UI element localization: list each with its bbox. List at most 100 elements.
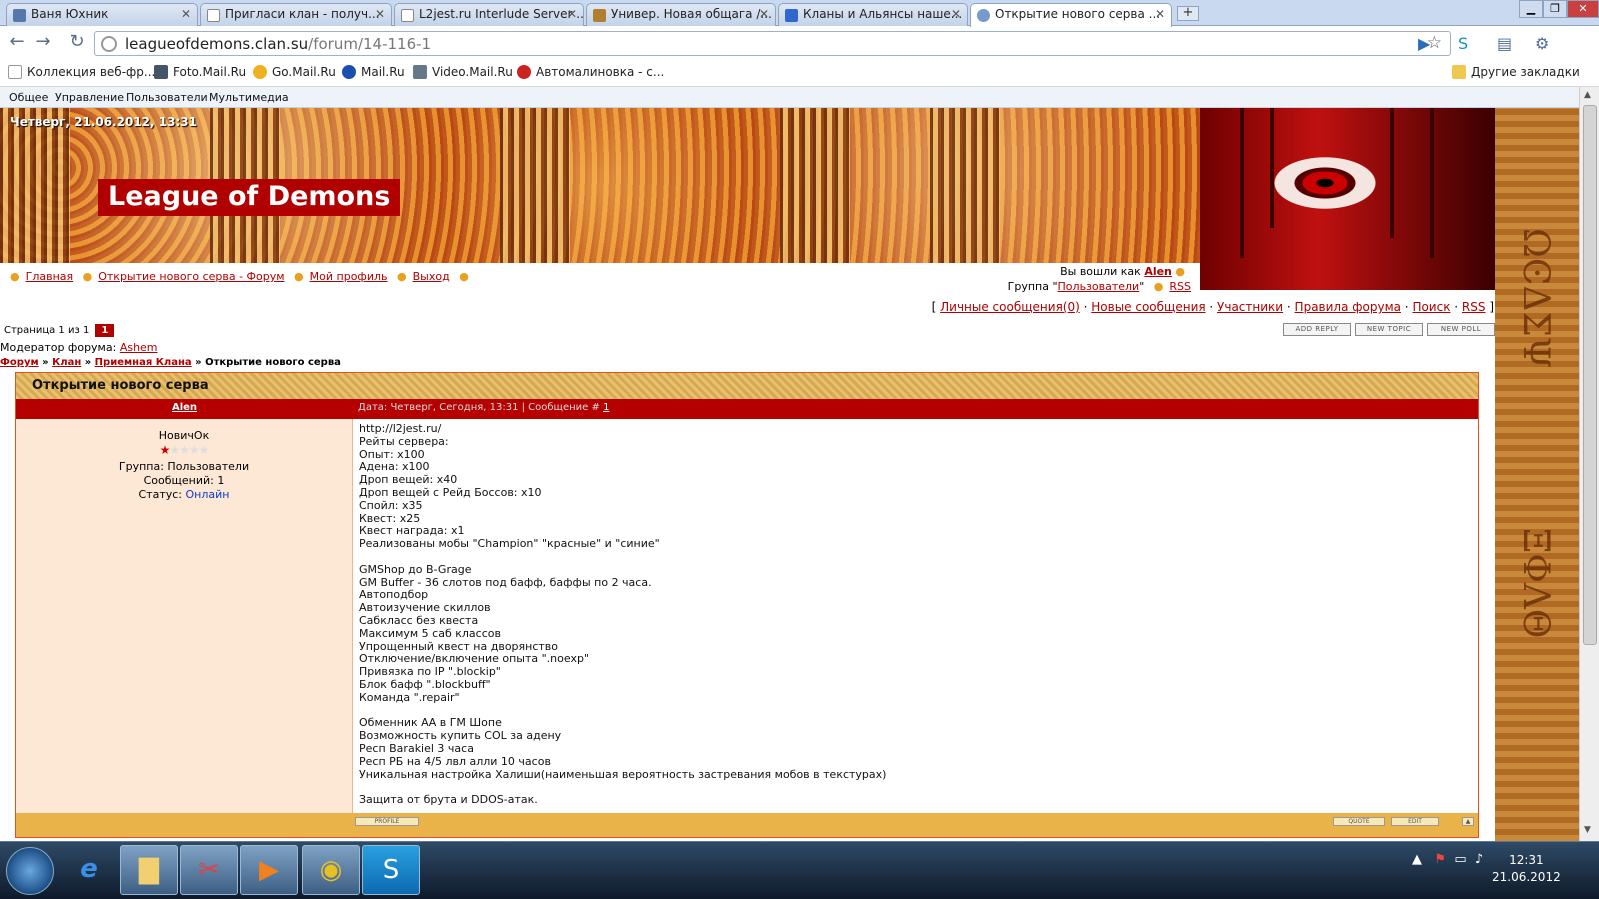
current-page[interactable]: 1 (95, 324, 115, 337)
nav-logout[interactable]: Выход (413, 270, 450, 283)
bookmark-4[interactable]: Video.Mail.Ru (413, 65, 513, 79)
scroll-up-icon[interactable]: ▲ (1584, 90, 1591, 100)
maximize-button[interactable]: ❐ (1543, 0, 1567, 18)
link-new-messages[interactable]: Новые сообщения (1091, 300, 1205, 314)
link-forum-rules[interactable]: Правила форума (1295, 300, 1401, 314)
tab-0[interactable]: Ваня Юхник ✕ (6, 3, 198, 26)
taskbar-clock[interactable]: 12:31 21.06.2012 (1492, 852, 1561, 886)
minimize-button[interactable]: ▁ (1519, 0, 1543, 18)
quote-button[interactable]: QUOTE (1333, 817, 1385, 826)
tab-4[interactable]: Кланы и Альянсы наше... ✕ (778, 3, 968, 26)
user-post-count: Сообщений: 1 (143, 474, 225, 487)
crumb-reception[interactable]: Приемная Клана (95, 357, 192, 368)
crumb-separator: » (191, 357, 206, 368)
add-reply-button[interactable]: ADD REPLY (1283, 323, 1351, 336)
user-status: Статус: Онлайн (16, 488, 352, 502)
close-icon[interactable]: ✕ (951, 7, 961, 21)
nav-home[interactable]: Главная (26, 270, 74, 283)
window-close-button[interactable]: ✕ (1567, 0, 1599, 18)
skype-icon[interactable]: S (362, 845, 420, 895)
scrollbar-thumb[interactable] (1583, 105, 1597, 645)
header-eye-artwork (1200, 108, 1495, 290)
chrome-icon[interactable]: ◉ (302, 845, 360, 895)
scroll-top-icon[interactable]: ▲ (1462, 817, 1474, 826)
scroll-down-icon[interactable]: ▼ (1584, 825, 1591, 835)
bookmark-5[interactable]: Автомалиновка - с... (517, 65, 664, 79)
post-header: Alen Дата: Четверг, Сегодня, 13:31 | Соо… (16, 399, 1478, 419)
explorer-icon[interactable]: ▇ (120, 845, 178, 895)
close-icon[interactable]: ✕ (567, 7, 577, 21)
admin-menu-manage[interactable]: Управление (55, 91, 124, 104)
new-poll-button[interactable]: NEW POLL (1427, 323, 1495, 336)
rss-link[interactable]: RSS (1169, 280, 1191, 293)
wrench-icon[interactable]: ⚙ (1535, 34, 1549, 53)
bullet-icon: ● (1175, 265, 1185, 278)
admin-menu-users[interactable]: Пользователи (126, 91, 208, 104)
back-button[interactable]: ← (6, 32, 28, 54)
tray-expand-icon[interactable]: ▲ (1412, 852, 1422, 867)
bookmark-0[interactable]: Коллекция веб-фр... (8, 65, 155, 79)
tab-1[interactable]: Пригласи клан - получ... ✕ (200, 3, 392, 26)
web-page: Четверг, 21.06.2012, 13:31 League of Dem… (0, 108, 1579, 841)
bookmark-3[interactable]: Mail.Ru (342, 65, 405, 79)
hair-strand (1270, 108, 1274, 228)
nav-profile[interactable]: Мой профиль (310, 270, 388, 283)
tab-2[interactable]: L2jest.ru Interlude Server ... ✕ (394, 3, 584, 26)
moder-link[interactable]: Ashem (120, 341, 158, 354)
flag-icon[interactable]: ⚑ (1434, 852, 1446, 867)
ie-icon[interactable]: e (60, 845, 118, 895)
bookmark-1[interactable]: Foto.Mail.Ru (154, 65, 246, 79)
page-menu-icon[interactable]: ▤ (1497, 34, 1512, 53)
page-scrollbar[interactable]: ▲ ▼ (1579, 87, 1599, 841)
post-author-link[interactable]: Alen (172, 402, 197, 413)
link-search[interactable]: Поиск (1412, 300, 1450, 314)
link-members[interactable]: Участники (1217, 300, 1283, 314)
reload-button[interactable]: ↻ (66, 32, 88, 54)
close-icon[interactable]: ✕ (181, 7, 191, 21)
close-icon[interactable]: ✕ (375, 7, 385, 21)
app-icon[interactable]: ✂ (180, 845, 238, 895)
new-topic-button[interactable]: NEW TOPIC (1355, 323, 1423, 336)
group-link[interactable]: Пользователи (1058, 280, 1140, 293)
post-meta: Дата: Четверг, Сегодня, 13:31 | Сообщени… (358, 402, 609, 413)
link-separator: · (1450, 300, 1462, 314)
bookmark-label: Mail.Ru (361, 65, 405, 79)
close-icon[interactable]: ✕ (759, 7, 769, 21)
link-private-messages[interactable]: Личные сообщения(0) (940, 300, 1080, 314)
post-number-link[interactable]: 1 (603, 402, 609, 413)
close-icon[interactable]: ✕ (1155, 7, 1165, 21)
profile-button[interactable]: PROFILE (355, 817, 419, 826)
media-player-icon[interactable]: ▶ (240, 845, 298, 895)
tab-5-active[interactable]: Открытие нового серва ... ✕ (970, 3, 1172, 27)
video-icon (413, 65, 427, 79)
start-button[interactable] (6, 847, 54, 895)
network-icon[interactable]: ▭ (1454, 852, 1466, 867)
crumb-clan[interactable]: Клан (52, 357, 81, 368)
tab-label: Пригласи клан - получ... (225, 7, 380, 21)
address-bar[interactable]: leagueofdemons.clan.su/forum/14-116-1 ☆ (94, 31, 1451, 56)
clock-date: 21.06.2012 (1492, 870, 1561, 884)
status-online: Онлайн (185, 488, 230, 501)
forward-button[interactable]: → (32, 32, 54, 54)
admin-menu-multimedia[interactable]: Мультимедиа (209, 91, 289, 104)
volume-icon[interactable]: ♪ (1475, 852, 1483, 867)
site-title[interactable]: League of Demons (98, 179, 401, 216)
bookmark-2[interactable]: Go.Mail.Ru (253, 65, 336, 79)
edit-button[interactable]: EDIT (1391, 817, 1439, 826)
tab-3[interactable]: Универ. Новая общага /... ✕ (586, 3, 776, 26)
other-bookmarks[interactable]: Другие закладки (1452, 65, 1580, 79)
bracket-close: ] (1489, 300, 1494, 314)
new-tab-button[interactable]: + (1177, 6, 1199, 21)
link-rss[interactable]: RSS (1462, 300, 1486, 314)
skype-extension-icon[interactable]: S (1458, 34, 1468, 53)
login-user-link[interactable]: Alen (1144, 265, 1172, 278)
user-links: [ Личные сообщения(0) · Новые сообщения … (932, 300, 1494, 314)
crumb-separator: » (81, 357, 95, 368)
topic-title: Открытие нового серва (16, 373, 1478, 399)
nav-forum[interactable]: Открытие нового серва - Форум (98, 270, 284, 283)
admin-menu-general[interactable]: Общее (9, 91, 48, 104)
crumb-forum[interactable]: Форум (0, 357, 39, 368)
play-icon[interactable]: ▶ (1418, 34, 1430, 53)
camera-icon (154, 65, 168, 79)
post-meta-text: Дата: Четверг, Сегодня, 13:31 | Сообщени… (358, 402, 600, 413)
